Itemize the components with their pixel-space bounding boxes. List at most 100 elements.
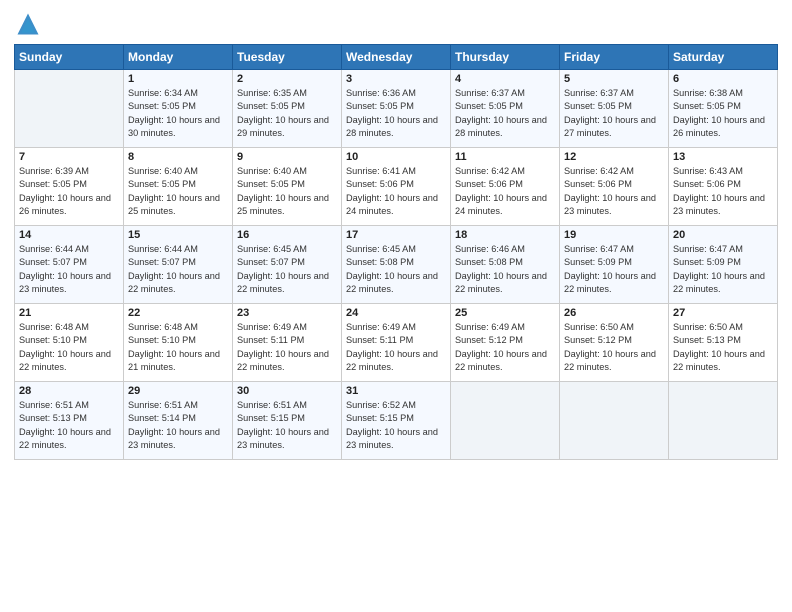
- day-number: 6: [673, 73, 773, 85]
- day-number: 19: [564, 229, 664, 241]
- header: [14, 10, 778, 38]
- calendar-cell: 17 Sunrise: 6:45 AM Sunset: 5:08 PM Dayli…: [342, 226, 451, 304]
- day-info: Sunrise: 6:44 AM Sunset: 5:07 PM Dayligh…: [19, 243, 119, 296]
- calendar-cell: [560, 382, 669, 460]
- calendar-cell: 9Sunrise: 6:40 AM Sunset: 5:05 PM Daylig…: [233, 148, 342, 226]
- day-info: Sunrise: 6:46 AM Sunset: 5:08 PM Dayligh…: [455, 243, 555, 296]
- day-info: Sunrise: 6:49 AM Sunset: 5:11 PM Dayligh…: [237, 321, 337, 374]
- day-info: Sunrise: 6:42 AM Sunset: 5:06 PM Dayligh…: [455, 165, 555, 218]
- calendar-cell: 13 Sunrise: 6:43 AM Sunset: 5:06 PM Dayli…: [669, 148, 778, 226]
- day-number: 8: [128, 151, 228, 163]
- day-info: Sunrise: 6:47 AM Sunset: 5:09 PM Dayligh…: [673, 243, 773, 296]
- calendar-cell: 16 Sunrise: 6:45 AM Sunset: 5:07 PM Dayli…: [233, 226, 342, 304]
- calendar-cell: 12 Sunrise: 6:42 AM Sunset: 5:06 PM Dayli…: [560, 148, 669, 226]
- day-info: Sunrise: 6:41 AM Sunset: 5:06 PM Dayligh…: [346, 165, 446, 218]
- calendar-table: SundayMondayTuesdayWednesdayThursdayFrid…: [14, 44, 778, 460]
- calendar-cell: 1 Sunrise: 6:34 AM Sunset: 5:05 PM Daylig…: [124, 70, 233, 148]
- calendar-cell: 2 Sunrise: 6:35 AM Sunset: 5:05 PM Daylig…: [233, 70, 342, 148]
- calendar-body: 1 Sunrise: 6:34 AM Sunset: 5:05 PM Daylig…: [15, 70, 778, 460]
- day-number: 3: [346, 73, 446, 85]
- day-info: Sunrise: 6:45 AM Sunset: 5:07 PM Dayligh…: [237, 243, 337, 296]
- day-info: Sunrise: 6:35 AM Sunset: 5:05 PM Dayligh…: [237, 87, 337, 140]
- day-number: 26: [564, 307, 664, 319]
- day-info: Sunrise: 6:36 AM Sunset: 5:05 PM Dayligh…: [346, 87, 446, 140]
- day-number: 13: [673, 151, 773, 163]
- day-header-tuesday: Tuesday: [233, 45, 342, 70]
- day-info: Sunrise: 6:45 AM Sunset: 5:08 PM Dayligh…: [346, 243, 446, 296]
- week-row-2: 7 Sunrise: 6:39 AM Sunset: 5:05 PM Daylig…: [15, 148, 778, 226]
- day-number: 15: [128, 229, 228, 241]
- calendar-cell: [669, 382, 778, 460]
- calendar-cell: 28 Sunrise: 6:51 AM Sunset: 5:13 PM Dayli…: [15, 382, 124, 460]
- week-row-3: 14 Sunrise: 6:44 AM Sunset: 5:07 PM Dayli…: [15, 226, 778, 304]
- calendar-cell: 27 Sunrise: 6:50 AM Sunset: 5:13 PM Dayli…: [669, 304, 778, 382]
- week-row-1: 1 Sunrise: 6:34 AM Sunset: 5:05 PM Daylig…: [15, 70, 778, 148]
- day-info: Sunrise: 6:51 AM Sunset: 5:13 PM Dayligh…: [19, 399, 119, 452]
- day-info: Sunrise: 6:48 AM Sunset: 5:10 PM Dayligh…: [128, 321, 228, 374]
- day-number: 17: [346, 229, 446, 241]
- calendar-container: SundayMondayTuesdayWednesdayThursdayFrid…: [0, 0, 792, 612]
- calendar-cell: [15, 70, 124, 148]
- logo-icon: [14, 10, 42, 38]
- day-number: 14: [19, 229, 119, 241]
- day-header-friday: Friday: [560, 45, 669, 70]
- day-info: Sunrise: 6:44 AM Sunset: 5:07 PM Dayligh…: [128, 243, 228, 296]
- calendar-cell: 25 Sunrise: 6:49 AM Sunset: 5:12 PM Dayli…: [451, 304, 560, 382]
- day-number: 31: [346, 385, 446, 397]
- day-info: Sunrise: 6:50 AM Sunset: 5:13 PM Dayligh…: [673, 321, 773, 374]
- calendar-cell: 7 Sunrise: 6:39 AM Sunset: 5:05 PM Daylig…: [15, 148, 124, 226]
- day-info: Sunrise: 6:43 AM Sunset: 5:06 PM Dayligh…: [673, 165, 773, 218]
- day-number: 23: [237, 307, 337, 319]
- calendar-cell: 29Sunrise: 6:51 AM Sunset: 5:14 PM Dayli…: [124, 382, 233, 460]
- day-number: 20: [673, 229, 773, 241]
- calendar-cell: 3 Sunrise: 6:36 AM Sunset: 5:05 PM Daylig…: [342, 70, 451, 148]
- day-number: 11: [455, 151, 555, 163]
- calendar-cell: 23 Sunrise: 6:49 AM Sunset: 5:11 PM Dayli…: [233, 304, 342, 382]
- calendar-cell: 31 Sunrise: 6:52 AM Sunset: 5:15 PM Dayli…: [342, 382, 451, 460]
- day-number: 4: [455, 73, 555, 85]
- week-row-4: 21 Sunrise: 6:48 AM Sunset: 5:10 PM Dayli…: [15, 304, 778, 382]
- day-number: 5: [564, 73, 664, 85]
- day-number: 1: [128, 73, 228, 85]
- day-number: 16: [237, 229, 337, 241]
- calendar-cell: 14 Sunrise: 6:44 AM Sunset: 5:07 PM Dayli…: [15, 226, 124, 304]
- day-number: 30: [237, 385, 337, 397]
- day-number: 27: [673, 307, 773, 319]
- day-header-sunday: Sunday: [15, 45, 124, 70]
- day-info: Sunrise: 6:49 AM Sunset: 5:11 PM Dayligh…: [346, 321, 446, 374]
- week-row-5: 28 Sunrise: 6:51 AM Sunset: 5:13 PM Dayli…: [15, 382, 778, 460]
- day-header-thursday: Thursday: [451, 45, 560, 70]
- day-header-wednesday: Wednesday: [342, 45, 451, 70]
- day-number: 28: [19, 385, 119, 397]
- calendar-cell: [451, 382, 560, 460]
- calendar-cell: 8 Sunrise: 6:40 AM Sunset: 5:05 PM Daylig…: [124, 148, 233, 226]
- day-number: 21: [19, 307, 119, 319]
- calendar-cell: 18 Sunrise: 6:46 AM Sunset: 5:08 PM Dayli…: [451, 226, 560, 304]
- calendar-cell: 24 Sunrise: 6:49 AM Sunset: 5:11 PM Dayli…: [342, 304, 451, 382]
- day-number: 7: [19, 151, 119, 163]
- day-info: Sunrise: 6:34 AM Sunset: 5:05 PM Dayligh…: [128, 87, 228, 140]
- day-info: Sunrise: 6:38 AM Sunset: 5:05 PM Dayligh…: [673, 87, 773, 140]
- day-number: 9: [237, 151, 337, 163]
- day-info: Sunrise: 6:49 AM Sunset: 5:12 PM Dayligh…: [455, 321, 555, 374]
- day-number: 2: [237, 73, 337, 85]
- day-info: Sunrise: 6:51 AM Sunset: 5:14 PM Dayligh…: [128, 399, 228, 452]
- calendar-cell: 20 Sunrise: 6:47 AM Sunset: 5:09 PM Dayli…: [669, 226, 778, 304]
- day-info: Sunrise: 6:40 AM Sunset: 5:05 PM Dayligh…: [128, 165, 228, 218]
- day-info: Sunrise: 6:42 AM Sunset: 5:06 PM Dayligh…: [564, 165, 664, 218]
- day-info: Sunrise: 6:39 AM Sunset: 5:05 PM Dayligh…: [19, 165, 119, 218]
- day-info: Sunrise: 6:52 AM Sunset: 5:15 PM Dayligh…: [346, 399, 446, 452]
- day-info: Sunrise: 6:51 AM Sunset: 5:15 PM Dayligh…: [237, 399, 337, 452]
- calendar-cell: 19 Sunrise: 6:47 AM Sunset: 5:09 PM Dayli…: [560, 226, 669, 304]
- day-info: Sunrise: 6:50 AM Sunset: 5:12 PM Dayligh…: [564, 321, 664, 374]
- day-header-saturday: Saturday: [669, 45, 778, 70]
- day-number: 25: [455, 307, 555, 319]
- day-info: Sunrise: 6:37 AM Sunset: 5:05 PM Dayligh…: [455, 87, 555, 140]
- calendar-header: SundayMondayTuesdayWednesdayThursdayFrid…: [15, 45, 778, 70]
- day-number: 12: [564, 151, 664, 163]
- day-info: Sunrise: 6:48 AM Sunset: 5:10 PM Dayligh…: [19, 321, 119, 374]
- day-number: 24: [346, 307, 446, 319]
- day-info: Sunrise: 6:47 AM Sunset: 5:09 PM Dayligh…: [564, 243, 664, 296]
- calendar-cell: 10Sunrise: 6:41 AM Sunset: 5:06 PM Dayli…: [342, 148, 451, 226]
- day-number: 18: [455, 229, 555, 241]
